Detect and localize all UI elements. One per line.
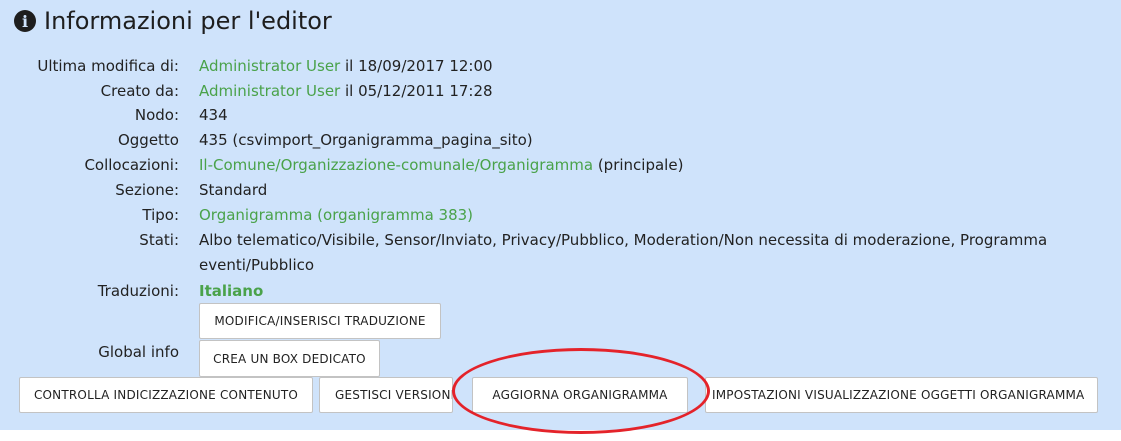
translation-italian-link[interactable]: Italiano — [199, 282, 263, 300]
last-modified-user-link[interactable]: Administrator User — [199, 57, 340, 75]
type-value: Organigramma (organigramma 383) — [199, 205, 473, 225]
check-indexing-button[interactable]: CONTROLLA INDICIZZAZIONE CONTENUTO — [19, 377, 313, 413]
object-value: 435 (csvimport_Organigramma_pagina_sito) — [199, 131, 533, 149]
highlight-circle-annotation — [452, 348, 710, 434]
states-label: Stati: — [139, 231, 179, 249]
type-label: Tipo: — [142, 206, 179, 224]
created-by-date: il 05/12/2011 17:28 — [340, 82, 493, 100]
section-label: Sezione: — [115, 181, 179, 199]
location-suffix: (principale) — [593, 156, 684, 174]
locations-label: Collocazioni: — [84, 156, 179, 174]
type-link[interactable]: Organigramma (organigramma 383) — [199, 206, 473, 224]
last-modified-date: il 18/09/2017 12:00 — [340, 57, 493, 75]
section-value: Standard — [199, 181, 268, 199]
created-by-user-link[interactable]: Administrator User — [199, 82, 340, 100]
manage-versions-button[interactable]: GESTISCI VERSIONI — [319, 377, 453, 413]
panel-title: i Informazioni per l'editor — [14, 5, 332, 37]
panel-title-text: Informazioni per l'editor — [44, 7, 332, 35]
edit-translation-button[interactable]: MODIFICA/INSERISCI TRADUZIONE — [199, 303, 441, 339]
locations-value: Il-Comune/Organizzazione-comunale/Organi… — [199, 155, 683, 175]
object-label: Oggetto — [117, 131, 179, 149]
created-by-value: Administrator User il 05/12/2011 17:28 — [199, 81, 493, 101]
last-modified-value: Administrator User il 18/09/2017 12:00 — [199, 56, 493, 76]
global-info-label: Global info — [98, 343, 179, 361]
last-modified-label: Ultima modifica di: — [37, 57, 179, 75]
translations-label: Traduzioni: — [97, 282, 179, 300]
states-value: Albo telematico/Visibile, Sensor/Inviato… — [199, 231, 1048, 274]
created-by-label: Creato da: — [100, 82, 179, 100]
node-label: Nodo: — [134, 106, 179, 124]
editor-info-panel: i Informazioni per l'editor Ultima modif… — [0, 0, 1121, 434]
translations-value: Italiano — [199, 281, 263, 301]
node-value: 434 — [199, 106, 228, 124]
org-chart-display-settings-button[interactable]: IMPOSTAZIONI VISUALIZZAZIONE OGGETTI ORG… — [705, 377, 1098, 413]
location-path-link[interactable]: Il-Comune/Organizzazione-comunale/Organi… — [199, 156, 593, 174]
info-circle-icon: i — [14, 10, 36, 32]
create-box-button[interactable]: CREA UN BOX DEDICATO — [199, 340, 380, 377]
